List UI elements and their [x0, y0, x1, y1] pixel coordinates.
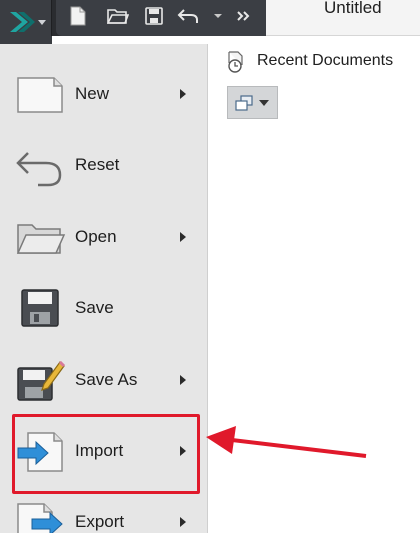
menu-item-label: Save — [75, 298, 114, 317]
new-document-icon — [17, 77, 63, 113]
recent-documents-icon — [228, 51, 243, 73]
view-options-button[interactable] — [227, 86, 278, 119]
chevron-down-icon — [38, 20, 46, 25]
reset-icon — [16, 152, 62, 187]
open-folder-icon — [16, 224, 66, 254]
undo-icon[interactable] — [176, 4, 200, 28]
save-icon — [21, 289, 59, 327]
open-folder-icon[interactable] — [106, 4, 130, 28]
menu-item-reset[interactable]: Reset — [0, 133, 208, 197]
menu-item-open[interactable]: Open — [0, 205, 208, 269]
submenu-arrow-icon — [180, 232, 186, 242]
title-bar: Untitled — [266, 0, 420, 36]
quick-access-toolbar — [56, 0, 266, 36]
export-icon — [17, 503, 63, 533]
menu-item-label: New — [75, 84, 110, 103]
submenu-arrow-icon — [180, 375, 186, 385]
menu-item-label: Reset — [75, 155, 120, 174]
autodesk-logo-icon — [10, 12, 35, 32]
chevron-down-icon — [259, 99, 269, 106]
submenu-arrow-icon — [180, 517, 186, 527]
menu-item-save[interactable]: Save — [0, 276, 208, 340]
save-icon[interactable] — [142, 4, 166, 28]
new-file-icon[interactable] — [66, 4, 90, 28]
menu-item-label: Open — [75, 227, 117, 246]
recent-documents-panel: Recent Documents — [209, 36, 420, 533]
menu-item-save-as[interactable]: Save As — [0, 348, 208, 412]
menu-divider — [0, 36, 52, 44]
recent-documents-heading: Recent Documents — [257, 52, 394, 69]
more-icon[interactable] — [232, 4, 256, 28]
submenu-arrow-icon — [180, 89, 186, 99]
dropdown-icon[interactable] — [206, 4, 230, 28]
menu-item-label: Save As — [75, 370, 138, 389]
document-title: Untitled — [324, 0, 382, 17]
menu-item-new[interactable]: New — [0, 62, 208, 126]
menu-item-export[interactable]: Export — [0, 490, 208, 533]
menu-item-label: Export — [75, 512, 125, 531]
view-options-icon — [235, 94, 253, 111]
import-highlight-box — [12, 414, 200, 494]
top-toolbar: Untitled — [0, 0, 420, 36]
save-as-icon — [17, 360, 66, 401]
